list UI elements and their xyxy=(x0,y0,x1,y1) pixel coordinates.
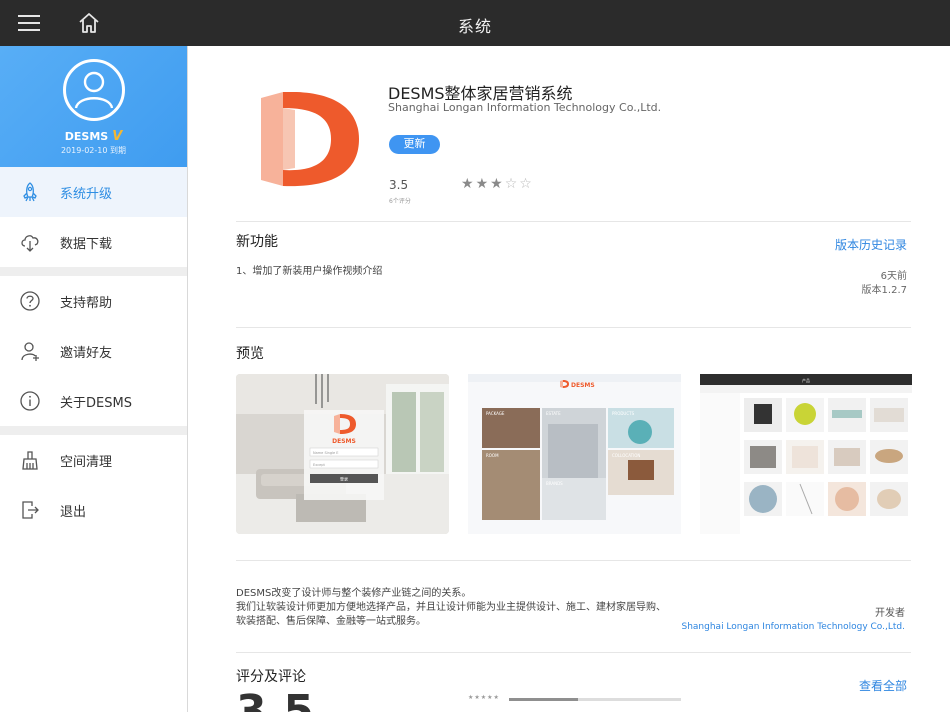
version-history-link[interactable]: 版本历史记录 xyxy=(835,236,907,253)
sidebar-item-label: 支持帮助 xyxy=(60,295,113,311)
avatar[interactable] xyxy=(63,59,125,121)
shot3-title: 产品 xyxy=(802,377,810,383)
star-icon: ★ xyxy=(475,176,491,192)
sidebar-item-label: 关于DESMS xyxy=(60,395,132,411)
sidebar-item-help[interactable]: 支持帮助 xyxy=(0,276,187,326)
description-line: DESMS改变了设计师与整个装修产业链之间的关系。 xyxy=(236,588,472,599)
shot2-tile-package: PACKAGE xyxy=(486,411,505,416)
rocket-icon xyxy=(18,180,42,204)
description-line: 我们让软装设计师更加方便地选择产品，并且让设计师能为业主提供设计、施工、建材家居… xyxy=(236,602,666,613)
home-icon[interactable] xyxy=(76,10,102,36)
shot1-login-button: 登录 xyxy=(340,476,348,482)
top-bar: 系统 xyxy=(0,0,950,46)
sidebar-item-data-download[interactable]: 数据下载 xyxy=(0,217,187,267)
rating-count: 6个评分 xyxy=(389,198,411,205)
cloud-download-icon xyxy=(18,230,42,254)
big-rating-value: 3.5 xyxy=(236,686,314,712)
rating-breakdown-stars: ★★★★★ xyxy=(468,694,500,701)
description-line: 软装搭配、售后保障、金融等一站式服务。 xyxy=(236,616,426,627)
star-icon: ★ xyxy=(461,176,476,192)
rating-bar-track xyxy=(509,698,681,701)
shot2-tile-brands: BRANDS xyxy=(546,481,563,486)
preview-screenshot-3[interactable]: 产品 xyxy=(700,374,912,534)
sidebar-menu: 系统升级 数据下载 支持帮助 邀请好友 关于DESMS 空间清理 退出 xyxy=(0,167,187,535)
developer-name-link[interactable]: Shanghai Longan Information Technology C… xyxy=(682,622,906,632)
sidebar-item-label: 数据下载 xyxy=(60,236,113,252)
ratings-reviews-title: 评分及评论 xyxy=(236,669,306,685)
sidebar-item-logout[interactable]: 退出 xyxy=(0,485,187,535)
info-icon xyxy=(18,389,42,413)
star-icon: ★ xyxy=(490,176,505,192)
see-all-link[interactable]: 查看全部 xyxy=(859,677,907,694)
broom-icon xyxy=(18,448,42,472)
product-list-image: 产品 xyxy=(700,374,912,534)
sidebar-item-label: 空间清理 xyxy=(60,454,113,470)
shot1-logo-text: DESMS xyxy=(332,438,356,445)
version-number: 版本1.2.7 xyxy=(861,285,907,296)
profile-card: DESMS V 2019-02-10 到期 xyxy=(0,46,187,167)
sidebar-item-system-upgrade[interactable]: 系统升级 xyxy=(0,167,187,217)
developer-label: 开发者 xyxy=(875,608,905,619)
app-company: Shanghai Longan Information Technology C… xyxy=(388,101,662,114)
preview-screenshot-2[interactable]: DESMS PACKAGE ESTATE PRODUCTS ROOM BRAND… xyxy=(468,374,681,534)
vip-badge: V xyxy=(112,129,123,144)
rating-stars: ★★★☆☆ xyxy=(461,176,534,192)
question-icon xyxy=(18,289,42,313)
app-logo xyxy=(249,91,364,192)
shot1-field2: Except xyxy=(313,463,326,467)
rating-bar-fill xyxy=(509,698,578,701)
app-description: DESMS改变了设计师与整个装修产业链之间的关系。 我们让软装设计师更加方便地选… xyxy=(236,587,666,629)
whats-new-title: 新功能 xyxy=(236,234,278,250)
shot2-tile-room: ROOM xyxy=(486,453,499,458)
sidebar-item-label: 系统升级 xyxy=(60,186,113,202)
desms-logo-icon xyxy=(261,91,359,187)
divider xyxy=(236,560,911,561)
star-outline-icon: ☆ xyxy=(504,176,520,192)
shot1-field1: Name Single E xyxy=(313,451,339,455)
category-grid-image: DESMS PACKAGE ESTATE PRODUCTS ROOM BRAND… xyxy=(468,374,681,534)
sidebar-item-label: 邀请好友 xyxy=(60,345,113,361)
menu-divider xyxy=(0,267,187,276)
menu-divider xyxy=(0,426,187,435)
sidebar-item-label: 退出 xyxy=(60,504,87,520)
shot2-tile-collocation: COLLOCATION xyxy=(612,453,640,458)
update-time: 6天前 xyxy=(880,271,907,282)
preview-title: 预览 xyxy=(236,346,264,362)
sidebar-item-about[interactable]: 关于DESMS xyxy=(0,376,187,426)
update-button[interactable]: 更新 xyxy=(389,135,440,154)
star-outline-icon: ☆ xyxy=(519,176,534,192)
hamburger-menu-icon[interactable] xyxy=(18,12,42,34)
living-room-image: DESMS Name Single E Except 登录 xyxy=(236,374,449,534)
add-user-icon xyxy=(18,339,42,363)
shot2-tile-products: PRODUCTS xyxy=(612,411,635,416)
shot2-tile-estate: ESTATE xyxy=(546,411,561,416)
divider xyxy=(236,652,911,653)
divider xyxy=(236,327,911,328)
preview-screenshot-1[interactable]: DESMS Name Single E Except 登录 xyxy=(236,374,449,534)
logout-icon xyxy=(18,498,42,522)
username-text: DESMS xyxy=(64,130,109,143)
sidebar: DESMS V 2019-02-10 到期 系统升级 数据下载 支持帮助 邀请好… xyxy=(0,46,188,712)
user-avatar-icon xyxy=(74,71,114,109)
sidebar-item-invite[interactable]: 邀请好友 xyxy=(0,326,187,376)
page-title: 系统 xyxy=(457,17,492,36)
whats-new-item: 1、增加了新装用户操作视频介绍 xyxy=(236,266,383,277)
main-content: DESMS整体家居营销系统 Shanghai Longan Informatio… xyxy=(189,46,950,712)
shot2-brand: DESMS xyxy=(571,382,595,389)
divider xyxy=(236,221,911,222)
sidebar-item-clean-space[interactable]: 空间清理 xyxy=(0,435,187,485)
expire-date: 2019-02-10 到期 xyxy=(60,146,127,155)
rating-value: 3.5 xyxy=(389,178,409,192)
username: DESMS V xyxy=(0,129,187,144)
